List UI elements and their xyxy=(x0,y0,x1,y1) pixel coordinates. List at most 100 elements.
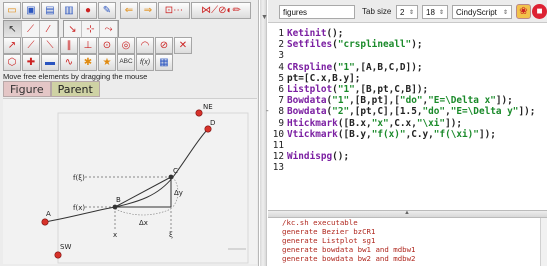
record-icon[interactable]: ● xyxy=(79,2,97,19)
ruler-icon[interactable]: ▬ xyxy=(41,54,59,71)
code-line[interactable]: 5 pt=[C.x,B.y]; xyxy=(270,73,360,84)
code-editor[interactable]: 1 Ketinit(); 2 Setfiles("crsplineall"); 3 4 CR… xyxy=(268,24,547,210)
chart-icon[interactable]: ▦ xyxy=(155,54,173,71)
toolbar-row-3: ↗ ⟋ ⟍ ∥ ⊥ ⊙ ◎ ◠ ⊘ ✕ xyxy=(3,37,192,55)
console-scrollbar[interactable] xyxy=(540,218,547,266)
code-token: "2" xyxy=(332,106,350,118)
font-size-select[interactable]: 18 ⇕ xyxy=(422,5,448,19)
code-line[interactable]: 10 Vtickmark([B.y,"f(x)",C.y,"f(\xi)"]); xyxy=(270,129,496,140)
svg-text:A: A xyxy=(46,210,51,218)
code-token: ([B.y, xyxy=(337,128,372,140)
add-mode-group[interactable]: ⊡⋯ xyxy=(158,2,190,19)
code-line[interactable]: 4 CRspline("1",[A,B,C,D]); xyxy=(270,62,422,73)
line-number: 8 xyxy=(278,106,284,118)
status-hint: Move free elements by dragging the mouse xyxy=(3,72,148,81)
stepper-icon: ⇕ xyxy=(408,9,414,16)
locus-icon[interactable]: ∿ xyxy=(60,54,78,71)
console-line: generate bowdata bw2 and mdbw2 xyxy=(282,254,416,263)
arc-icon[interactable]: ◠ xyxy=(136,37,154,54)
function-icon[interactable]: f(x) xyxy=(136,54,154,71)
redo-icon[interactable]: ⇒ xyxy=(139,2,157,19)
line-number: 3 xyxy=(278,50,284,62)
code-line[interactable]: 11 xyxy=(270,140,287,151)
star-icon[interactable]: ★ xyxy=(98,54,116,71)
code-token: Listplot xyxy=(287,84,333,95)
circle-icon[interactable]: ↘ xyxy=(64,21,82,38)
language-select[interactable]: CindyScript ⇕ xyxy=(452,5,512,19)
code-token: ]); xyxy=(478,128,496,140)
intersect-icon[interactable]: ✕ xyxy=(174,37,192,54)
code-token: "1" xyxy=(337,61,355,73)
conic-icon[interactable]: ⊘ xyxy=(155,37,173,54)
stop-icon[interactable]: ■ xyxy=(532,4,547,19)
line-number: 5 xyxy=(278,72,284,84)
point-NE[interactable]: NE xyxy=(195,103,213,117)
text-icon[interactable]: ABC xyxy=(117,54,135,71)
segment-icon[interactable]: ⟋ xyxy=(22,37,40,54)
tab-size-select[interactable]: 2 ⇕ xyxy=(396,5,418,19)
point-SW[interactable]: SW xyxy=(54,243,72,259)
code-line[interactable]: 12 Windispg(); xyxy=(270,151,349,162)
code-token: "crsplineall" xyxy=(337,39,412,51)
cross-icon[interactable]: ✚ xyxy=(22,54,40,71)
draw-segment-icon[interactable]: ⟋ xyxy=(22,21,40,38)
move-icon[interactable]: ⤳ xyxy=(100,21,118,38)
toolbar-row-2: ↖ ⟋ ⁄ ↘ ⊹ ⤳ xyxy=(3,20,119,38)
stepper-icon: ⇕ xyxy=(502,9,508,16)
perpendicular-icon[interactable]: ⊥ xyxy=(79,37,97,54)
console-line: generate bowdata bw1 and mdbw1 xyxy=(282,245,416,254)
line-through-icon[interactable]: ⟍ xyxy=(41,37,59,54)
undo-icon[interactable]: ⇐ xyxy=(120,2,138,19)
save-icon[interactable]: ▣ xyxy=(22,2,40,19)
tab-parent[interactable]: Parent xyxy=(50,81,100,97)
polygon-icon[interactable]: ⊹ xyxy=(82,21,100,38)
tab-figure[interactable]: Figure xyxy=(3,81,51,97)
code-token: (); xyxy=(326,28,344,39)
select-arrow-icon[interactable]: ↖ xyxy=(4,21,22,38)
file-select[interactable]: figures xyxy=(279,5,355,19)
drawing-canvas[interactable]: f(ξ) f(x) Δx Δy x ξ A B C D NE SW xyxy=(3,98,257,264)
code-line[interactable]: 9 Htickmark([B.x,"x",C.x,"\xi"]); xyxy=(270,118,462,129)
line-number: 6 xyxy=(278,84,284,95)
polygon-free-icon[interactable]: ⬡ xyxy=(3,54,21,71)
line-number: 4 xyxy=(278,61,284,73)
point-D[interactable]: D xyxy=(204,119,216,133)
folder-open-icon[interactable]: ▭ xyxy=(3,2,21,19)
circle-center-icon[interactable]: ◎ xyxy=(117,37,135,54)
code-line[interactable]: 2 Setfiles("crsplineall"); xyxy=(270,39,422,50)
fold-marker[interactable]: - xyxy=(266,106,269,115)
code-line[interactable]: 6 Listplot("1",[B,pt,C,B]); xyxy=(270,84,428,95)
divider-handle-icon: ▲ xyxy=(404,210,410,216)
pen-icon[interactable]: ✎ xyxy=(98,2,116,19)
compass-circle-icon[interactable]: ⊙ xyxy=(98,37,116,54)
label-xi: ξ xyxy=(169,231,173,239)
gear-animation-icon[interactable]: ✱ xyxy=(79,54,97,71)
code-line[interactable]: 3 xyxy=(270,50,287,61)
code-line[interactable]: 7 Bowdata("1",[B,pt],["do","E=\Delta x"])… xyxy=(270,95,513,107)
pane-splitter[interactable]: ▼ xyxy=(260,0,268,266)
tab-size-label: Tab size xyxy=(362,7,392,16)
save-as-icon[interactable]: ▤ xyxy=(41,2,59,19)
code-token: ]); xyxy=(495,95,513,107)
code-line[interactable]: 1 Ketinit(); xyxy=(270,28,343,39)
line-icon[interactable]: ⁄ xyxy=(40,21,58,38)
svg-text:NE: NE xyxy=(203,103,213,111)
code-line[interactable]: 8 Bowdata("2",[pt,C],[1.5,"do","E=\Delta … xyxy=(270,106,535,117)
mode-group-2: ↘ ⊹ ⤳ xyxy=(63,20,119,38)
point-C[interactable]: C xyxy=(168,167,178,180)
cindy-logo-icon[interactable]: ❀ xyxy=(516,4,531,19)
export-icon[interactable]: ▥ xyxy=(60,2,78,19)
code-token: Ketinit xyxy=(287,28,327,39)
console-divider[interactable]: ▲ xyxy=(268,210,547,218)
construction-group[interactable]: ⋈⟋⊘◐✏ xyxy=(191,2,251,19)
line-number: 9 xyxy=(278,117,284,129)
collapse-arrow-icon[interactable]: ▼ xyxy=(261,14,268,21)
parallel-icon[interactable]: ∥ xyxy=(60,37,78,54)
toolbar-row-1: ▭ ▣ ▤ ▥ ● ✎ ⇐ ⇒ ⊡⋯ ⋈⟋⊘◐✏ xyxy=(3,2,251,20)
add-point-icon[interactable]: ↗ xyxy=(3,37,21,54)
code-token: (); xyxy=(332,151,350,163)
code-line[interactable]: 13 xyxy=(270,162,287,173)
line-number: 13 xyxy=(272,162,284,174)
code-token: "1" xyxy=(337,84,355,95)
point-A[interactable]: A xyxy=(41,210,51,226)
